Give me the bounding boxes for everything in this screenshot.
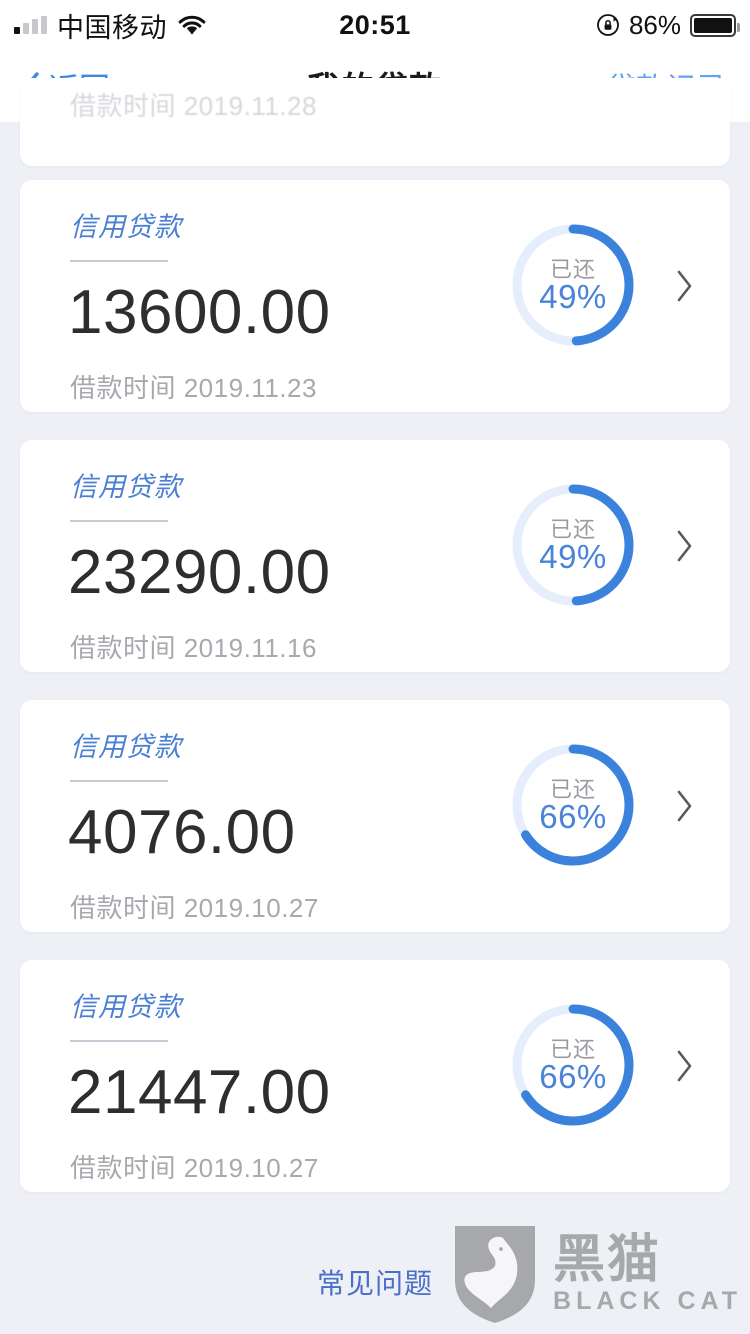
loan-amount: 13600.00 — [68, 278, 331, 347]
loan-card[interactable]: 信用贷款 23290.00 借款时间 2019.11.16 已还 49% — [20, 440, 730, 672]
chevron-right-icon[interactable] — [674, 1048, 696, 1084]
footer: 常见问题 黑猫 BLACK CAT — [0, 1224, 750, 1334]
loan-date: 借款时间 2019.11.16 — [70, 633, 317, 663]
black-cat-shield-logo — [447, 1222, 543, 1326]
repayment-progress-ring: 已还 66% — [508, 1000, 638, 1130]
loan-date: 借款时间 2019.10.27 — [70, 893, 319, 923]
loan-card[interactable]: 信用贷款 21447.00 借款时间 2019.10.27 已还 66% — [20, 960, 730, 1192]
loan-card[interactable]: 信用贷款 13600.00 借款时间 2019.11.23 已还 49% — [20, 180, 730, 412]
repayment-progress-ring: 已还 49% — [508, 220, 638, 350]
loan-type-underline — [70, 780, 168, 782]
repayment-progress-ring: 已还 49% — [508, 480, 638, 610]
loan-type-underline — [70, 260, 168, 262]
loan-type-label: 信用贷款 — [70, 732, 182, 762]
repayment-progress-ring: 已还 66% — [508, 740, 638, 870]
loan-amount: 4076.00 — [68, 798, 296, 867]
loan-amount: 23290.00 — [68, 538, 331, 607]
chevron-right-icon[interactable] — [674, 528, 696, 564]
loan-list[interactable]: 借款时间 2019.11.28 信用贷款 13600.00 借款时间 2019.… — [0, 78, 750, 1334]
loan-type-label: 信用贷款 — [70, 212, 182, 242]
repaid-percent: 66% — [539, 1058, 607, 1095]
repaid-percent: 66% — [539, 798, 607, 835]
loan-type-label: 信用贷款 — [70, 472, 182, 502]
loan-card[interactable]: 信用贷款 4076.00 借款时间 2019.10.27 已还 66% — [20, 700, 730, 932]
watermark-text: 黑猫 BLACK CAT — [553, 1233, 742, 1315]
status-bar: 中国移动 20:51 86% — [0, 0, 750, 50]
battery-full-icon — [690, 13, 740, 37]
watermark-cn-label: 黑猫 — [553, 1230, 662, 1289]
app-screen: 中国移动 20:51 86% 借款时间 2019.11.28 信用贷款 1360… — [0, 0, 750, 1334]
loan-date: 借款时间 2019.11.23 — [70, 373, 317, 403]
loan-amount: 21447.00 — [68, 1058, 331, 1127]
loan-date: 借款时间 2019.11.28 — [70, 91, 317, 121]
loan-card-partial[interactable]: 借款时间 2019.11.28 — [20, 78, 730, 166]
loan-type-underline — [70, 1040, 168, 1042]
repaid-percent: 49% — [539, 278, 607, 315]
watermark-en-label: BLACK CAT — [553, 1286, 742, 1315]
repaid-percent: 49% — [539, 538, 607, 575]
chevron-right-icon[interactable] — [674, 268, 696, 304]
chevron-right-icon[interactable] — [674, 788, 696, 824]
battery-percent-label: 86% — [628, 9, 681, 40]
black-cat-watermark: 黑猫 BLACK CAT — [447, 1222, 742, 1326]
loan-type-label: 信用贷款 — [70, 992, 182, 1022]
loan-type-underline — [70, 520, 168, 522]
loan-date: 借款时间 2019.10.27 — [70, 1153, 319, 1183]
rotation-lock-icon — [596, 13, 620, 37]
status-bar-right: 86% — [596, 9, 740, 41]
